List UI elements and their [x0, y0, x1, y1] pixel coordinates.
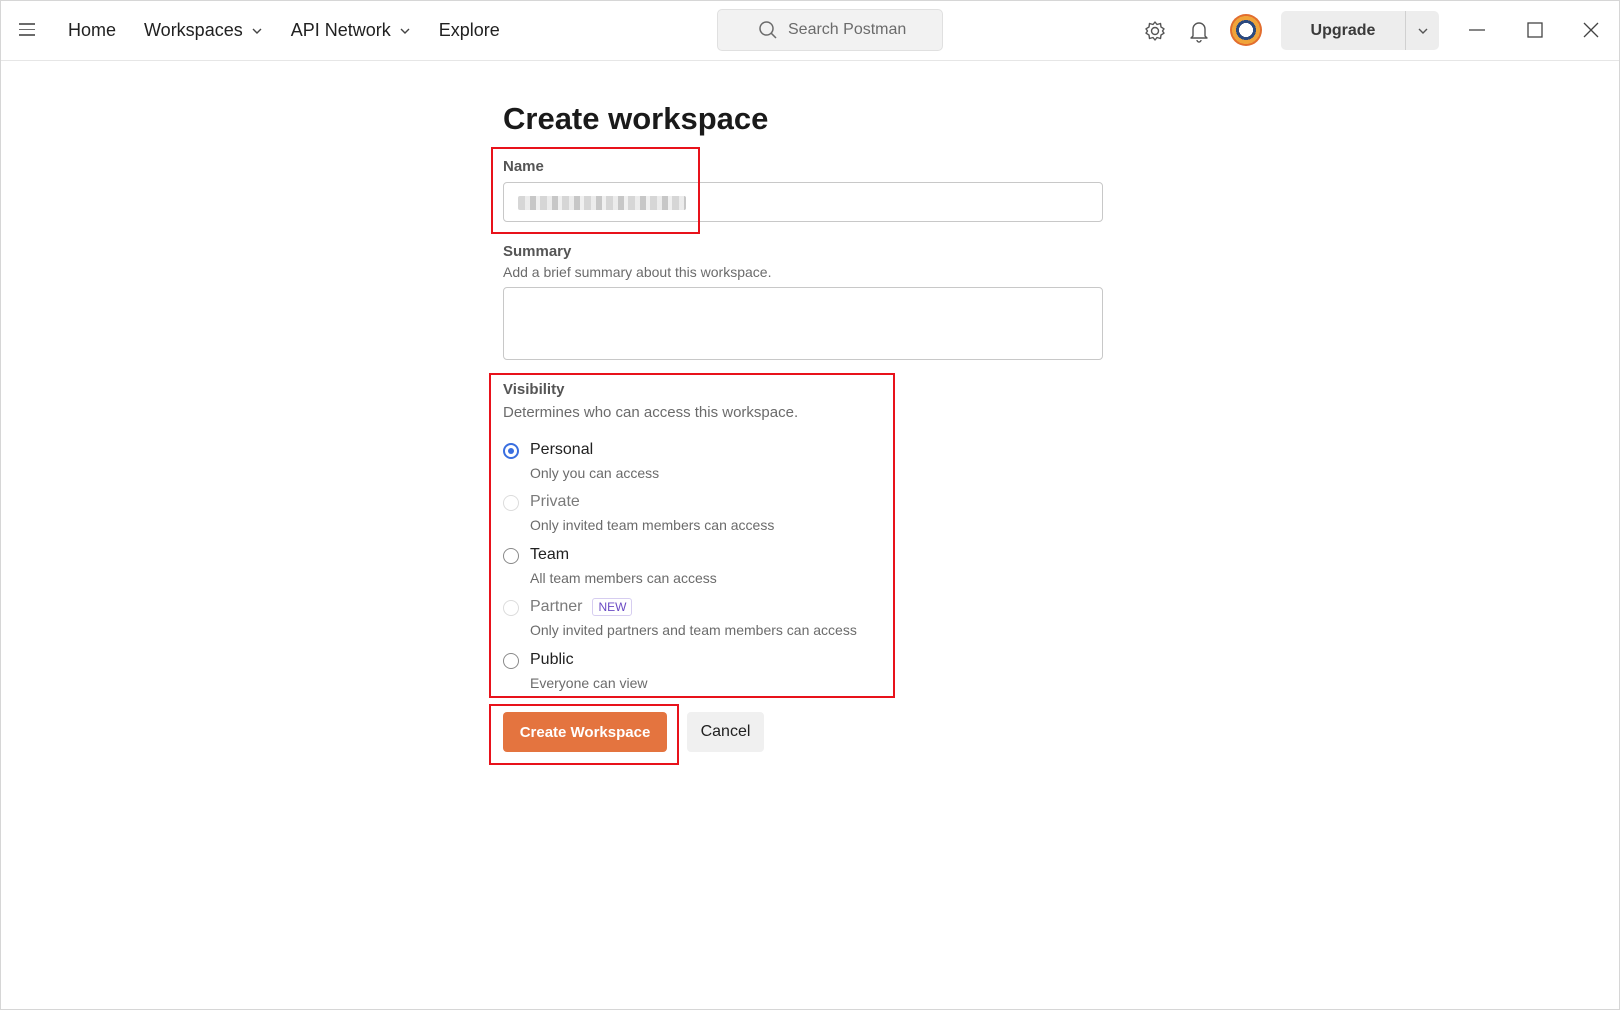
nav-api-network[interactable]: API Network [291, 20, 411, 41]
search-placeholder: Search Postman [788, 21, 907, 38]
summary-label: Summary [503, 243, 572, 260]
search-input[interactable]: Search Postman [717, 9, 943, 51]
create-workspace-button[interactable]: Create Workspace [503, 712, 667, 752]
radio-private [503, 495, 519, 511]
app-window: Home Workspaces API Network Explore Sear… [0, 0, 1620, 1010]
nav-explore[interactable]: Explore [439, 20, 500, 41]
option-label: Public [530, 651, 574, 668]
top-bar: Home Workspaces API Network Explore Sear… [1, 1, 1619, 61]
nav-explore-label: Explore [438, 20, 500, 40]
option-desc: Only invited partners and team members c… [530, 622, 857, 638]
upgrade-button-group: Upgrade [1281, 11, 1439, 50]
close-icon[interactable] [1580, 19, 1602, 41]
page-title: Create workspace [503, 101, 769, 136]
visibility-option-personal[interactable]: Personal Only you can access [503, 441, 659, 481]
upgrade-dropdown[interactable] [1406, 11, 1439, 50]
main-nav: Home Workspaces API Network Explore [68, 1, 528, 60]
visibility-option-partner: Partner NEW Only invited partners and te… [503, 598, 857, 638]
option-label-row: Partner NEW [530, 598, 857, 616]
chevron-down-icon [252, 28, 262, 34]
nav-home[interactable]: Home [68, 20, 116, 41]
summary-textarea[interactable] [503, 287, 1103, 360]
visibility-help: Determines who can access this workspace… [503, 404, 799, 421]
new-badge: NEW [592, 598, 633, 616]
visibility-option-public[interactable]: Public Everyone can view [503, 651, 648, 691]
radio-partner [503, 600, 519, 616]
nav-workspaces-label: Workspaces [144, 20, 243, 40]
radio-team[interactable] [503, 548, 519, 564]
gear-icon[interactable] [1142, 18, 1168, 44]
option-label: Team [530, 546, 570, 563]
option-desc: All team members can access [530, 570, 717, 586]
chevron-down-icon [400, 28, 410, 34]
radio-public[interactable] [503, 653, 519, 669]
name-input[interactable] [503, 182, 1103, 222]
visibility-option-private: Private Only invited team members can ac… [503, 493, 774, 533]
summary-help: Add a brief summary about this workspace… [503, 264, 772, 280]
cancel-button[interactable]: Cancel [687, 712, 764, 752]
search-icon [759, 21, 777, 39]
chevron-down-icon [1418, 28, 1427, 34]
upgrade-button[interactable]: Upgrade [1281, 11, 1405, 50]
annotation-box-visibility [489, 373, 895, 698]
minimize-icon[interactable] [1466, 19, 1488, 41]
option-label: Partner [530, 598, 583, 615]
bell-icon[interactable] [1186, 18, 1212, 44]
radio-personal[interactable] [503, 443, 519, 459]
name-value-redacted [518, 196, 686, 210]
nav-workspaces[interactable]: Workspaces [144, 20, 263, 41]
visibility-option-team[interactable]: Team All team members can access [503, 546, 717, 586]
option-label: Private [530, 493, 580, 510]
option-desc: Only you can access [530, 465, 660, 481]
menu-icon[interactable] [19, 23, 39, 39]
nav-api-network-label: API Network [290, 20, 391, 40]
avatar[interactable] [1230, 14, 1262, 46]
name-label: Name [503, 158, 544, 175]
option-desc: Everyone can view [530, 675, 648, 691]
visibility-label: Visibility [503, 381, 565, 398]
nav-home-label: Home [68, 20, 117, 40]
option-label: Personal [530, 441, 594, 458]
maximize-icon[interactable] [1524, 19, 1546, 41]
option-desc: Only invited team members can access [530, 517, 775, 533]
